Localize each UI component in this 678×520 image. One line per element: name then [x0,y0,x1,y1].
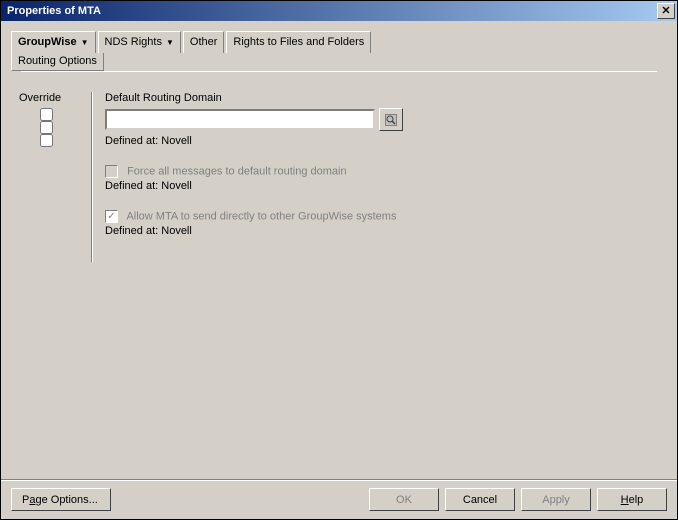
tab-bar: GroupWise ▼ NDS Rights ▼ Other Rights to… [1,21,677,74]
ok-button[interactable]: OK [369,488,439,511]
override-checkbox-1[interactable] [40,108,53,121]
apply-button[interactable]: Apply [521,488,591,511]
titlebar: Properties of MTA ✕ [1,1,677,21]
defined-at-3: Defined at: Novell [105,225,659,237]
override-checkbox-2[interactable] [40,121,53,134]
subtab-routing-options[interactable]: Routing Options [11,52,104,71]
tab-label: Other [190,36,218,48]
tab-label: Rights to Files and Folders [233,36,364,48]
tab-label: Routing Options [18,55,97,67]
allow-mta-label: Allow MTA to send directly to other Grou… [126,210,396,222]
browse-icon [384,113,398,127]
tab-label: GroupWise [18,36,77,48]
force-all-checkbox [105,165,118,178]
window-title: Properties of MTA [3,5,101,17]
default-routing-domain-label: Default Routing Domain [105,92,659,104]
window: Properties of MTA ✕ GroupWise ▼ NDS Righ… [0,0,678,520]
tab-label: NDS Rights [105,36,162,48]
tab-nds-rights[interactable]: NDS Rights ▼ [98,31,181,53]
divider [91,92,93,262]
bottom-bar: Page Options... OK Cancel Apply Help [1,479,677,519]
chevron-down-icon: ▼ [166,38,174,47]
tab-groupwise[interactable]: GroupWise ▼ [11,31,96,53]
browse-button[interactable] [379,108,403,131]
help-button[interactable]: Help [597,488,667,511]
allow-mta-checkbox: ✓ [105,210,118,223]
cancel-button[interactable]: Cancel [445,488,515,511]
tab-rights-files-folders[interactable]: Rights to Files and Folders [226,31,371,53]
defined-at-2: Defined at: Novell [105,180,659,192]
content-area: Override Default Routing Domain [1,74,677,262]
page-options-button[interactable]: Page Options... [11,488,111,511]
force-all-label: Force all messages to default routing do… [127,165,347,177]
tab-other[interactable]: Other [183,31,225,53]
override-checkbox-3[interactable] [40,134,53,147]
defined-at-1: Defined at: Novell [105,135,659,147]
chevron-down-icon: ▼ [81,38,89,47]
close-icon[interactable]: ✕ [657,3,675,19]
default-routing-domain-input[interactable] [105,109,375,130]
override-header: Override [19,92,79,108]
